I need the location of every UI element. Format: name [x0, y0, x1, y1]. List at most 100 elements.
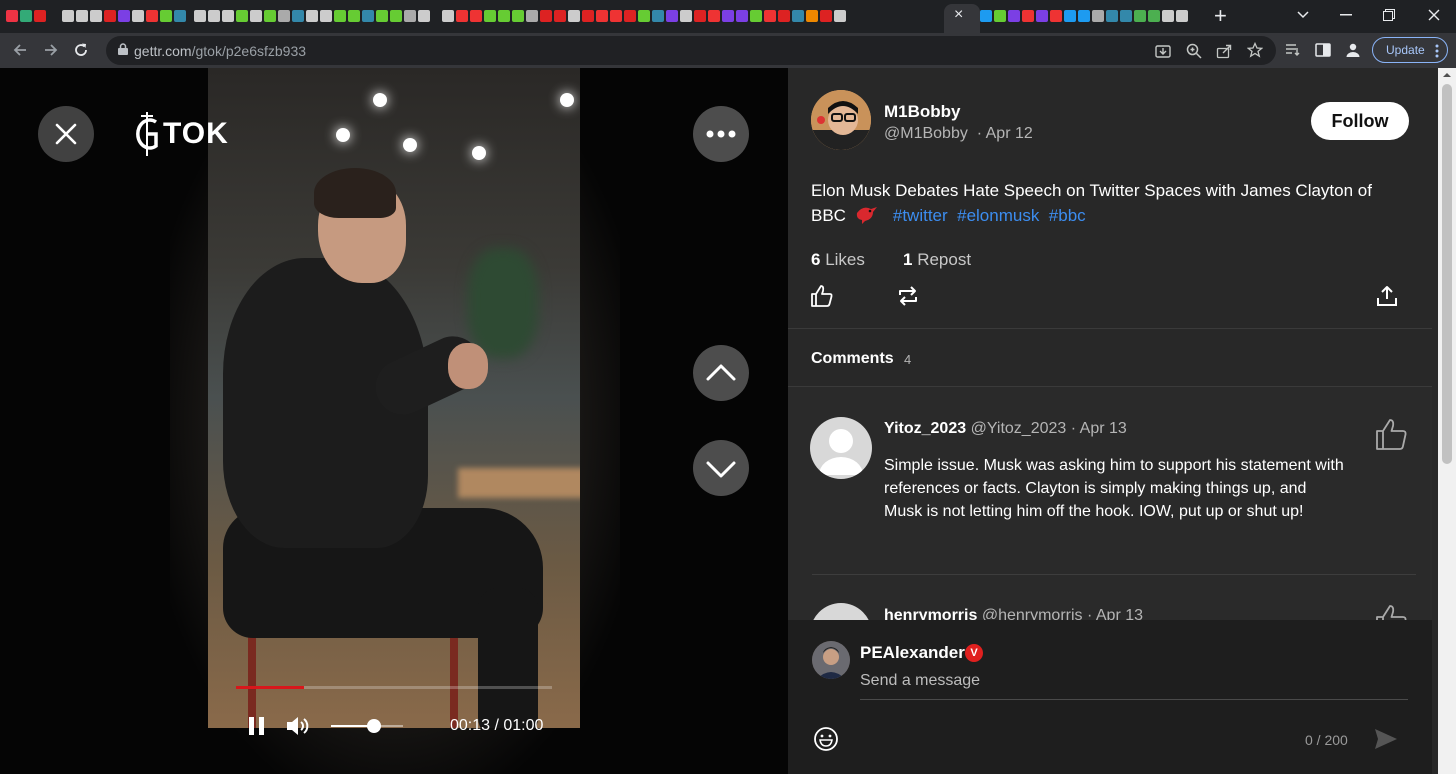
tab-favicon[interactable]	[390, 10, 402, 22]
tab-favicon[interactable]	[806, 10, 818, 22]
tab-favicon[interactable]	[526, 10, 538, 22]
previous-video-button[interactable]	[693, 345, 749, 401]
minimize-icon[interactable]	[1340, 14, 1352, 16]
url-text[interactable]: gettr.com/gtok/p2e6sfzb933	[134, 43, 306, 59]
tab-favicon[interactable]	[764, 10, 776, 22]
tab-favicon[interactable]	[264, 10, 276, 22]
tab-favicon[interactable]	[160, 10, 172, 22]
tab-favicon[interactable]	[442, 10, 454, 22]
tab-favicon[interactable]	[980, 10, 992, 22]
tab-favicon[interactable]	[118, 10, 130, 22]
tab-favicon[interactable]	[404, 10, 416, 22]
tab-favicon[interactable]	[1120, 10, 1132, 22]
tab-favicon[interactable]	[1078, 10, 1090, 22]
kebab-menu-icon[interactable]	[1435, 44, 1439, 58]
follow-button[interactable]: Follow	[1311, 102, 1409, 140]
tab-favicon[interactable]	[750, 10, 762, 22]
tab-favicon[interactable]	[278, 10, 290, 22]
tab-favicon[interactable]	[362, 10, 374, 22]
tab-favicon[interactable]	[834, 10, 846, 22]
profile-icon[interactable]	[1345, 42, 1361, 58]
tab-favicon[interactable]	[666, 10, 678, 22]
tab-favicon[interactable]	[376, 10, 388, 22]
tab-favicon[interactable]	[1050, 10, 1062, 22]
commenter-handle[interactable]: @Yitoz_2023	[971, 420, 1067, 437]
gtok-logo[interactable]: TOK	[130, 108, 235, 158]
tab-favicon[interactable]	[554, 10, 566, 22]
tab-favicon[interactable]	[334, 10, 346, 22]
tab-favicon[interactable]	[236, 10, 248, 22]
update-button[interactable]: Update	[1372, 37, 1448, 63]
comments-list[interactable]: Yitoz_2023 @Yitoz_2023 · Apr 13 Simple i…	[788, 387, 1432, 620]
hashtag-link[interactable]: #elonmusk	[957, 206, 1039, 225]
reload-icon[interactable]	[73, 42, 89, 58]
tab-favicon[interactable]	[638, 10, 650, 22]
tab-favicons[interactable]	[6, 8, 846, 24]
tab-favicon[interactable]	[1176, 10, 1188, 22]
tab-favicon[interactable]	[596, 10, 608, 22]
tab-favicon[interactable]	[582, 10, 594, 22]
commenter-name[interactable]: Yitoz_2023	[884, 420, 966, 437]
pause-icon[interactable]	[247, 716, 267, 736]
tab-favicon[interactable]	[6, 10, 18, 22]
comment-like-icon[interactable]	[1375, 417, 1409, 451]
tab-favicon[interactable]	[708, 10, 720, 22]
tab-favicon[interactable]	[90, 10, 102, 22]
commenter-handle[interactable]: @henrymorris	[982, 607, 1083, 620]
address-bar[interactable]: gettr.com/gtok/p2e6sfzb933	[106, 36, 1276, 65]
commenter-avatar[interactable]	[810, 417, 872, 479]
tab-favicon[interactable]	[680, 10, 692, 22]
tab-favicon[interactable]	[174, 10, 186, 22]
tab-favicon[interactable]	[610, 10, 622, 22]
tab-favicon[interactable]	[694, 10, 706, 22]
window-close-icon[interactable]	[1428, 9, 1440, 21]
new-tab-icon[interactable]: +	[1214, 3, 1227, 29]
side-panel-icon[interactable]	[1315, 42, 1331, 58]
bookmark-star-icon[interactable]	[1247, 42, 1263, 58]
scroll-up-arrow-icon[interactable]	[1443, 72, 1451, 78]
comment-like-icon[interactable]	[1375, 603, 1409, 620]
likes-stat[interactable]: 6 Likes	[811, 250, 865, 270]
install-app-icon[interactable]	[1155, 43, 1171, 59]
tab-favicon[interactable]	[146, 10, 158, 22]
tab-favicon[interactable]	[418, 10, 430, 22]
tab-favicon[interactable]	[498, 10, 510, 22]
tab-search-chevron-icon[interactable]	[1296, 10, 1310, 20]
repost-icon[interactable]	[896, 284, 920, 308]
tab-favicon[interactable]	[568, 10, 580, 22]
zoom-icon[interactable]	[1186, 43, 1202, 59]
tab-favicon[interactable]	[132, 10, 144, 22]
next-video-button[interactable]	[693, 440, 749, 496]
tab-favicon[interactable]	[540, 10, 552, 22]
tab-favicon[interactable]	[1022, 10, 1034, 22]
back-arrow-icon[interactable]	[12, 42, 28, 58]
current-user-avatar[interactable]	[812, 641, 850, 679]
tab-favicon[interactable]	[320, 10, 332, 22]
tab-favicon[interactable]	[194, 10, 206, 22]
tab-favicon[interactable]	[1134, 10, 1146, 22]
tab-favicon[interactable]	[778, 10, 790, 22]
tab-favicon[interactable]	[250, 10, 262, 22]
volume-icon[interactable]	[286, 715, 310, 737]
forward-arrow-icon[interactable]	[43, 42, 59, 58]
tab-favicon[interactable]	[456, 10, 468, 22]
tab-favicon[interactable]	[1008, 10, 1020, 22]
emoji-icon[interactable]	[813, 726, 839, 752]
share-icon[interactable]	[1216, 43, 1232, 59]
restore-icon[interactable]	[1383, 9, 1395, 21]
tab-favicon[interactable]	[994, 10, 1006, 22]
commenter-name[interactable]: henrymorris	[884, 607, 977, 620]
tab-favicon[interactable]	[306, 10, 318, 22]
tab-favicon[interactable]	[208, 10, 220, 22]
tab-favicon[interactable]	[1064, 10, 1076, 22]
tab-close-icon[interactable]: ×	[954, 6, 963, 24]
video-frame[interactable]	[208, 68, 580, 728]
tab-favicon[interactable]	[1162, 10, 1174, 22]
hashtag-link[interactable]: #bbc	[1049, 206, 1086, 225]
tab-favicon[interactable]	[222, 10, 234, 22]
tab-favicon[interactable]	[652, 10, 664, 22]
close-button[interactable]	[38, 106, 94, 162]
author-name[interactable]: M1Bobby	[884, 102, 961, 122]
tab-favicon[interactable]	[76, 10, 88, 22]
tab-favicon[interactable]	[1148, 10, 1160, 22]
